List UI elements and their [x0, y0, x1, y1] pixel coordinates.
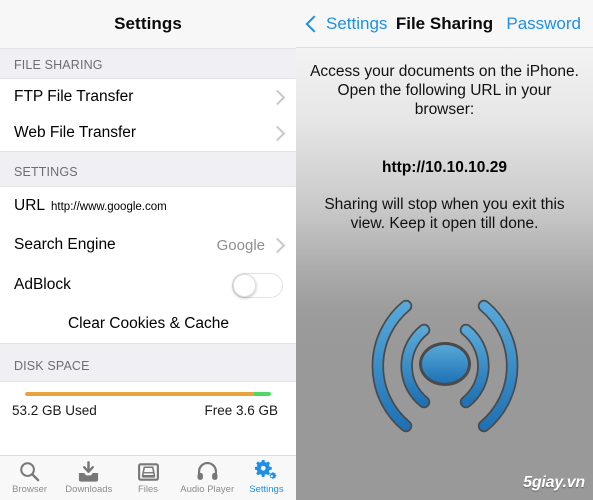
chevron-right-icon [269, 237, 286, 253]
list-item-label: Search Engine [14, 236, 116, 253]
disk-free-label: Free 3.6 GB [204, 403, 278, 418]
list-item-web-file-transfer[interactable]: Web File Transfer [0, 115, 296, 151]
tab-audio-player[interactable]: Audio Player [178, 456, 237, 500]
list-item-search-engine[interactable]: Search Engine Google [0, 225, 296, 265]
url-value: http://www.google.com [51, 201, 167, 213]
files-tray-icon [137, 459, 160, 483]
chevron-left-icon [305, 15, 323, 32]
toggle-knob [233, 273, 256, 297]
list-item-ftp-file-transfer[interactable]: FTP File Transfer [0, 79, 296, 115]
adblock-toggle[interactable] [232, 272, 283, 298]
magnifier-icon [18, 459, 41, 483]
list-item-clear-cookies-cache[interactable]: Clear Cookies & Cache [0, 305, 296, 343]
back-button-label: Settings [326, 13, 388, 33]
download-tray-icon [77, 459, 100, 483]
tab-bar: Browser Downloads Files Audio Player Set… [0, 455, 296, 500]
wifi-broadcast-icon [296, 292, 593, 452]
intro-text: Access your documents on the iPhone. Ope… [310, 63, 579, 118]
sharing-url: http://10.10.10.29 [382, 159, 507, 176]
section-header-settings: SETTINGS [0, 151, 296, 187]
page-title: Settings [114, 14, 182, 33]
right-navigation-bar: Settings Password File Sharing [296, 0, 593, 48]
tab-label: Files [137, 484, 159, 495]
tab-downloads[interactable]: Downloads [59, 456, 118, 500]
tab-label: Audio Player [180, 484, 235, 495]
chevron-right-icon [269, 125, 286, 141]
password-button[interactable]: Password [506, 14, 581, 34]
left-settings-panel: Settings FILE SHARING FTP File Transfer … [0, 0, 296, 500]
tab-browser[interactable]: Browser [0, 456, 59, 500]
right-file-sharing-panel: Settings Password File Sharing Access yo… [296, 0, 593, 500]
list-item-label: AdBlock [14, 276, 71, 293]
back-button[interactable]: Settings [305, 13, 388, 34]
list-item-label: URL [14, 197, 46, 214]
tab-label: Settings [249, 484, 284, 495]
tab-label: Downloads [65, 484, 113, 495]
left-navigation-bar: Settings [0, 0, 296, 48]
tab-label: Browser [12, 484, 48, 495]
list-item-url[interactable]: URL http://www.google.com [0, 187, 296, 225]
disk-usage-bar-used [25, 392, 254, 396]
file-sharing-list: FTP File Transfer Web File Transfer [0, 79, 296, 151]
search-engine-value: Google [216, 236, 265, 254]
section-header-file-sharing: FILE SHARING [0, 48, 296, 79]
file-sharing-body: Access your documents on the iPhone. Ope… [296, 48, 593, 233]
note-text: Sharing will stop when you exit this vie… [324, 196, 565, 232]
list-item-label: FTP File Transfer [14, 88, 134, 105]
disk-used-label: 53.2 GB Used [12, 403, 97, 418]
list-item-adblock[interactable]: AdBlock [0, 265, 296, 305]
disk-usage-labels: 53.2 GB Used Free 3.6 GB [0, 396, 296, 418]
list-item-label: Web File Transfer [14, 124, 137, 141]
app-screen: Settings FILE SHARING FTP File Transfer … [0, 0, 593, 500]
gear-icon [254, 459, 278, 483]
tab-files[interactable]: Files [118, 456, 177, 500]
headphones-icon [196, 459, 219, 483]
settings-list: URL http://www.google.com Search Engine … [0, 187, 296, 343]
chevron-right-icon [269, 89, 286, 105]
disk-usage-bar-free [253, 392, 271, 396]
disk-space-block: 53.2 GB Used Free 3.6 GB [0, 382, 296, 418]
tab-settings[interactable]: Settings [237, 456, 296, 500]
disk-usage-bar [25, 392, 271, 396]
section-header-disk-space: DISK SPACE [0, 343, 296, 382]
list-item-label: Clear Cookies & Cache [67, 315, 230, 332]
watermark: 5giay.vn [523, 474, 585, 491]
